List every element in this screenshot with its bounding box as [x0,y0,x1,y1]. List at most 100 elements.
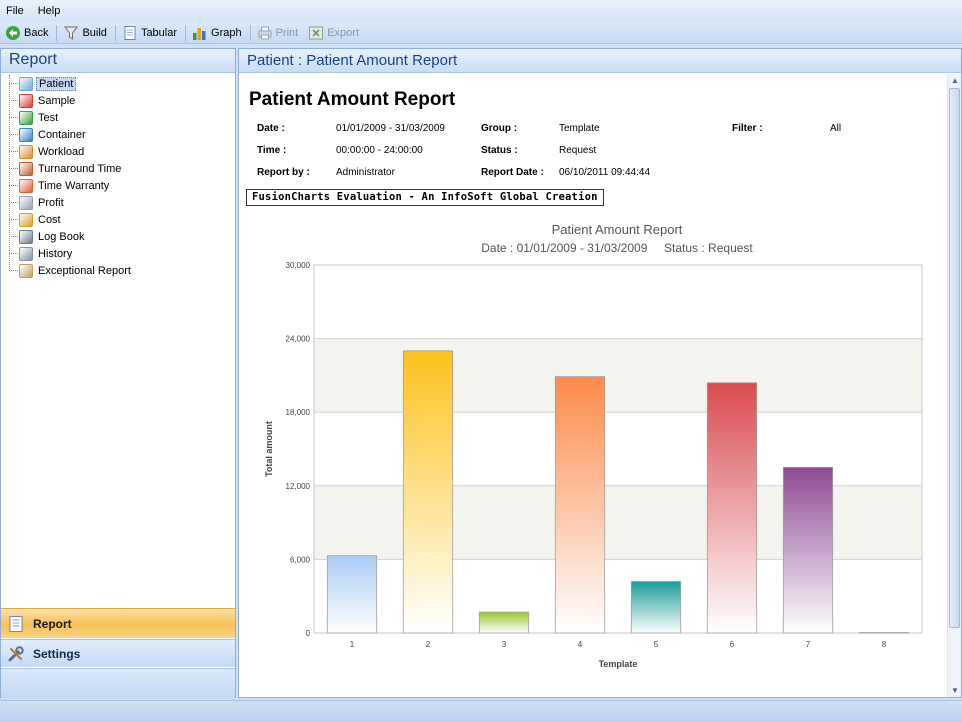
x-tick-label: 8 [882,640,887,649]
nav-settings-label: Settings [33,646,81,661]
chart-title: Patient Amount Report [552,222,683,237]
patient-icon [19,76,33,91]
build-button[interactable]: Build [61,23,108,43]
tabular-button[interactable]: Tabular [120,23,179,43]
container-icon [19,127,33,142]
menu-file[interactable]: File [6,5,24,17]
report-document-icon [9,615,23,632]
settings-tools-icon [8,645,24,661]
x-tick-label: 3 [502,640,507,649]
report-content-pane: Patient : Patient Amount Report Patient … [238,48,962,698]
nav-report-button[interactable]: Report [1,608,235,638]
funnel-icon [64,26,79,40]
tree-item-label: Container [38,128,86,141]
excel-export-icon [309,26,324,39]
printer-icon [258,26,272,39]
pane-title: Report [1,49,235,73]
tree-item-history[interactable]: History [9,245,235,262]
toolbar: Back Build Tabular Graph Print Export [0,22,962,44]
log-book-icon [19,229,33,244]
test-icon [19,110,33,125]
bar-3 [478,611,530,634]
print-label: Print [275,26,299,39]
bar-2 [402,350,454,634]
nav-overflow-bar[interactable] [1,668,235,698]
back-button[interactable]: Back [3,23,50,43]
tree-item-turnaround-time[interactable]: Turnaround Time [9,160,235,177]
x-axis-label: Template [599,659,638,669]
tree-item-patient[interactable]: Patient [9,75,235,92]
tree-item-time-warranty[interactable]: Time Warranty [9,177,235,194]
toolbar-separator [114,24,116,41]
report-navigation-pane: Report Patient Sample Test Container Workloa… [0,48,236,698]
scrollbar-thumb[interactable] [949,88,960,628]
menu-help[interactable]: Help [38,5,61,17]
chart-subtitle: Date : 01/01/2009 - 31/03/2009 Status : … [481,241,753,255]
x-tick-label: 2 [426,640,431,649]
tree-item-profit[interactable]: Profit [9,194,235,211]
x-tick-label: 4 [578,640,583,649]
bar-chart-icon [193,27,206,40]
bar-8 [858,632,910,634]
bar-5 [630,581,682,634]
y-tick-label: 12,000 [286,482,311,491]
profit-icon [19,195,33,210]
sample-icon [19,93,33,108]
tree-item-label: Cost [38,213,61,226]
tree-item-exceptional-report[interactable]: Exceptional Report [9,262,235,279]
exceptional-report-icon [19,263,33,278]
scroll-up-arrow-icon[interactable]: ▲ [948,74,962,87]
bar-chart: Patient Amount Report Date : 01/01/2009 -… [264,222,923,669]
x-tick-label: 5 [654,640,659,649]
tree-item-cost[interactable]: Cost [9,211,235,228]
print-button[interactable]: Print [255,23,301,43]
toolbar-separator [56,24,58,41]
cost-coins-icon [19,212,33,227]
tree-item-label: Sample [38,94,76,107]
tree-item-label: Profit [38,196,64,209]
toolbar-separator [185,24,187,41]
report-tree: Patient Sample Test Container Workload Turnar… [1,73,235,279]
x-tick-label: 6 [730,640,735,649]
tree-item-label: Turnaround Time [38,162,122,175]
toolbar-separator [249,24,251,41]
export-label: Export [327,26,360,39]
tree-item-container[interactable]: Container [9,126,235,143]
nav-report-label: Report [33,616,72,631]
graph-button[interactable]: Graph [190,23,244,43]
tree-item-sample[interactable]: Sample [9,92,235,109]
tree-item-label: Workload [38,145,85,158]
x-tick-label: 1 [350,640,355,649]
tree-item-label: Patient [36,76,77,91]
tree-item-label: Time Warranty [38,179,110,192]
tree-item-workload[interactable]: Workload [9,143,235,160]
build-label: Build [82,26,107,39]
tree-item-label: History [38,247,73,260]
back-arrow-icon [6,25,20,40]
back-label: Back [24,26,49,39]
tree-item-log-book[interactable]: Log Book [9,228,235,245]
export-button[interactable]: Export [306,23,361,43]
turnaround-clock-icon [19,161,33,176]
x-tick-label: 7 [806,640,811,649]
y-axis-label: Total amount [264,421,274,477]
scroll-down-arrow-icon[interactable]: ▼ [948,684,962,697]
y-tick-label: 18,000 [286,408,311,417]
tabular-label: Tabular [140,26,178,39]
y-tick-label: 6,000 [290,555,311,564]
y-tick-label: 24,000 [286,335,311,344]
menu-bar: File Help [0,0,962,22]
tree-item-label: Test [38,111,59,124]
graph-label: Graph [211,26,242,39]
document-icon [124,25,136,40]
workload-icon [19,144,33,159]
warranty-clock-icon [19,178,33,193]
bar-7 [782,466,834,634]
tree-item-label: Exceptional Report [38,264,131,277]
bar-6 [706,382,758,634]
bar-1 [326,555,378,634]
nav-settings-button[interactable]: Settings [1,639,235,667]
tree-item-test[interactable]: Test [9,109,235,126]
vertical-scrollbar[interactable]: ▲ ▼ [947,74,961,697]
y-tick-label: 0 [306,629,311,638]
